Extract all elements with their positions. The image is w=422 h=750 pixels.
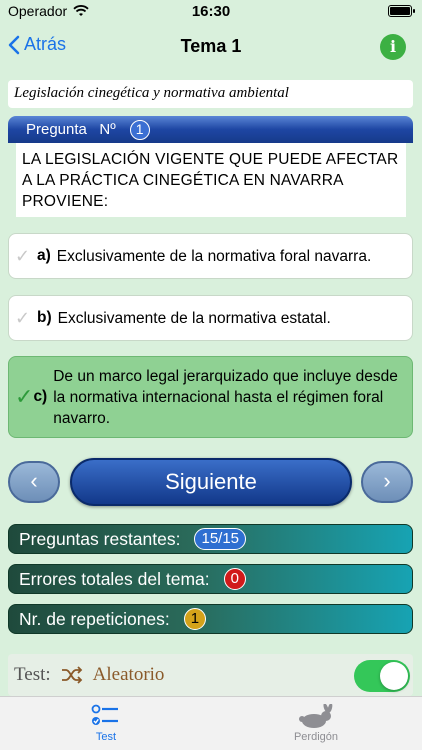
- answer-text: De un marco legal jerarquizado que inclu…: [53, 367, 398, 427]
- check-icon: ✓: [15, 307, 31, 328]
- answer-text: Exclusivamente de la normativa estatal.: [57, 309, 331, 327]
- answer-option-a[interactable]: ✓ a) Exclusivamente de la normativa fora…: [8, 233, 413, 279]
- errors-badge: 0: [223, 568, 246, 590]
- test-mode-value: Aleatorio: [92, 664, 165, 685]
- status-bar: Operador 16:30: [0, 0, 422, 24]
- previous-button[interactable]: ‹: [8, 461, 60, 503]
- errors-label: Errores totales del tema:: [19, 568, 210, 589]
- random-mode-toggle[interactable]: [354, 660, 410, 692]
- remaining-questions-row: Preguntas restantes: 15/15: [8, 524, 413, 554]
- tab-perdigon[interactable]: Perdigón: [256, 703, 376, 743]
- page-title: Tema 1: [180, 36, 242, 56]
- repetitions-label: Nr. de repeticiones:: [19, 608, 170, 629]
- question-header-label: Pregunta Nº: [26, 121, 116, 138]
- question-number-badge: 1: [129, 119, 150, 140]
- topic-title: Legislación cinegética y normativa ambie…: [8, 80, 413, 108]
- forward-button[interactable]: ›: [361, 461, 413, 503]
- shuffle-icon: [61, 666, 82, 684]
- remaining-label: Preguntas restantes:: [19, 528, 181, 549]
- tab-perdigon-label: Perdigón: [293, 731, 339, 743]
- tab-bar: Test Perdigón: [0, 696, 422, 750]
- repetitions-badge: 1: [183, 608, 207, 630]
- answer-text: Exclusivamente de la normativa foral nav…: [56, 247, 372, 265]
- chevron-left-icon: ‹: [30, 468, 38, 493]
- answer-option-b[interactable]: ✓ b) Exclusivamente de la normativa esta…: [8, 295, 413, 341]
- check-icon: ✓: [15, 245, 31, 266]
- remaining-badge: 15/15: [194, 528, 247, 550]
- battery-icon: [388, 5, 415, 17]
- clock: 16:30: [191, 3, 231, 20]
- question-text: LA LEGISLACIÓN VIGENTE QUE PUEDE AFECTAR…: [16, 143, 406, 217]
- check-icon: ✓: [15, 384, 34, 409]
- next-button[interactable]: Siguiente: [70, 458, 352, 506]
- answer-option-c[interactable]: ✓ c) De un marco legal jerarquizado que …: [8, 356, 413, 438]
- repetitions-row: Nr. de repeticiones: 1: [8, 604, 413, 634]
- tab-test-label: Test: [95, 731, 117, 743]
- navigation-bar: Atrás Tema 1 i: [0, 28, 422, 66]
- question-header: Pregunta Nº 1: [8, 116, 413, 143]
- test-mode-label: Test:: [14, 664, 51, 685]
- answer-letter: c): [33, 388, 48, 405]
- answer-letter: b): [37, 309, 52, 326]
- test-mode-row: Test: Aleatorio: [8, 654, 413, 696]
- tab-test[interactable]: Test: [46, 703, 166, 743]
- rabbit-icon: [299, 704, 333, 728]
- info-button[interactable]: i: [380, 34, 406, 60]
- chevron-right-icon: ›: [383, 468, 391, 493]
- answer-letter: a): [37, 247, 51, 264]
- total-errors-row: Errores totales del tema: 0: [8, 564, 413, 594]
- list-icon: [91, 704, 118, 725]
